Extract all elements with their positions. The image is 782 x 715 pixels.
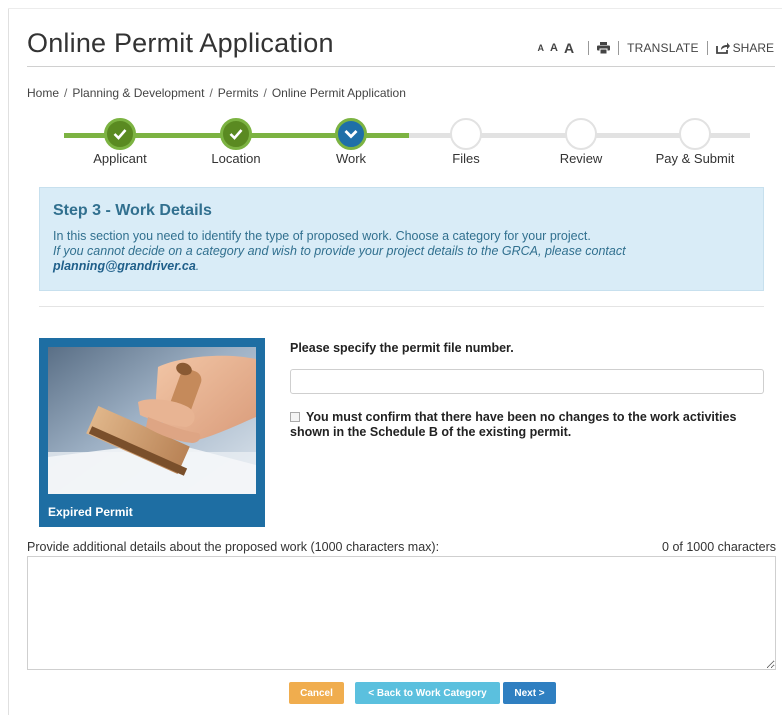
- email-link[interactable]: planning@grandriver.ca: [53, 259, 196, 273]
- confirm-checkbox[interactable]: [290, 412, 300, 422]
- category-card-expired-permit[interactable]: Expired Permit: [39, 338, 265, 527]
- details-textarea[interactable]: [27, 556, 776, 670]
- tools-divider: [618, 41, 620, 55]
- step-label: Applicant: [93, 151, 147, 166]
- step-label: Work: [335, 151, 367, 166]
- empty-circle-icon: [450, 118, 482, 150]
- tools-divider: [706, 41, 708, 55]
- page-tools: A A A TRANSLATE SHARE: [537, 40, 774, 56]
- step-applicant[interactable]: Applicant: [70, 118, 170, 166]
- step-label: Location: [211, 151, 261, 166]
- step-review: Review: [531, 118, 631, 166]
- page-border-top: [8, 8, 782, 9]
- cancel-button[interactable]: Cancel: [289, 682, 344, 704]
- step-pay-submit: Pay & Submit: [645, 118, 745, 166]
- step-label: Files: [452, 151, 480, 166]
- breadcrumb-current: Online Permit Application: [271, 86, 406, 100]
- checkmark-icon: [104, 118, 136, 150]
- section-divider: [39, 306, 764, 307]
- share-button[interactable]: SHARE: [715, 41, 774, 55]
- progress-stepper: Applicant Location Work Files Review Pay…: [60, 118, 750, 168]
- page-title: Online Permit Application: [27, 28, 334, 58]
- contact-note: If you cannot decide on a category and w…: [53, 244, 750, 274]
- step-heading: Step 3 - Work Details: [53, 202, 212, 219]
- chevron-down-icon: [335, 118, 367, 150]
- share-icon: [715, 42, 730, 54]
- share-label: SHARE: [732, 41, 774, 55]
- step-instructions: In this section you need to identify the…: [53, 229, 591, 243]
- step-work[interactable]: Work: [301, 118, 401, 166]
- confirm-text: You must confirm that there have been no…: [290, 410, 737, 439]
- next-button[interactable]: Next >: [503, 682, 556, 704]
- checkmark-icon: [220, 118, 252, 150]
- breadcrumb-planning[interactable]: Planning & Development: [72, 86, 204, 100]
- empty-circle-icon: [679, 118, 711, 150]
- category-caption: Expired Permit: [48, 505, 133, 519]
- print-icon[interactable]: [597, 42, 611, 54]
- breadcrumb-home[interactable]: Home: [27, 86, 59, 100]
- permit-number-input[interactable]: [290, 369, 764, 394]
- breadcrumb-divider: /: [263, 86, 267, 100]
- character-counter: 0 of 1000 characters: [662, 540, 776, 554]
- confirm-no-changes: You must confirm that there have been no…: [290, 410, 760, 440]
- permit-number-label: Please specify the permit file number.: [290, 341, 514, 355]
- step-label: Review: [559, 151, 603, 166]
- details-label: Provide additional details about the pro…: [27, 540, 440, 554]
- font-size-medium-button[interactable]: A: [550, 42, 558, 54]
- title-divider: [27, 66, 775, 67]
- empty-circle-icon: [565, 118, 597, 150]
- contact-period: .: [195, 259, 200, 273]
- tools-divider: [588, 41, 590, 55]
- step-location[interactable]: Location: [186, 118, 286, 166]
- breadcrumb: Home / Planning & Development / Permits …: [27, 86, 406, 100]
- breadcrumb-divider: /: [209, 86, 213, 100]
- contact-text: If you cannot decide on a category and w…: [53, 244, 626, 258]
- stamp-photo: [48, 347, 256, 494]
- step-label: Pay & Submit: [655, 151, 735, 166]
- step-info-panel: Step 3 - Work Details In this section yo…: [39, 187, 764, 291]
- step-files: Files: [416, 118, 516, 166]
- font-size-large-button[interactable]: A: [564, 40, 574, 56]
- breadcrumb-divider: /: [64, 86, 68, 100]
- font-size-small-button[interactable]: A: [537, 43, 544, 53]
- translate-link[interactable]: TRANSLATE: [627, 41, 699, 55]
- back-to-category-button[interactable]: < Back to Work Category: [355, 682, 500, 704]
- page-border-left: [8, 8, 9, 715]
- breadcrumb-permits[interactable]: Permits: [218, 86, 259, 100]
